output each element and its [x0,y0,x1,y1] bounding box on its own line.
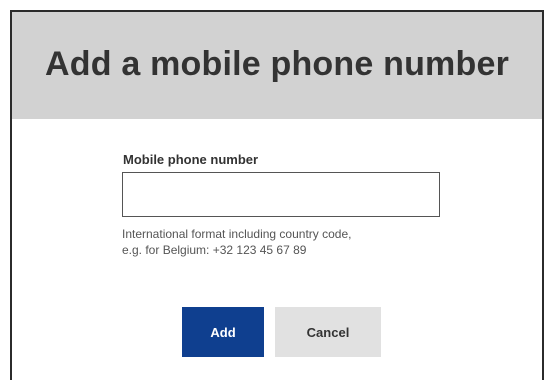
mobile-phone-label: Mobile phone number [123,152,259,167]
dialog-header: Add a mobile phone number [12,12,542,119]
phone-format-hint: International format including country c… [122,226,452,258]
mobile-phone-input[interactable] [122,172,440,217]
dialog-title: Add a mobile phone number [44,45,510,83]
hint-line-1: International format including country c… [122,227,352,241]
add-button[interactable]: Add [182,307,264,357]
hint-line-2: e.g. for Belgium: +32 123 45 67 89 [122,243,307,257]
page: Add a mobile phone number Mobile phone n… [0,0,548,380]
cancel-button[interactable]: Cancel [275,307,381,357]
add-phone-dialog: Add a mobile phone number Mobile phone n… [10,10,544,380]
